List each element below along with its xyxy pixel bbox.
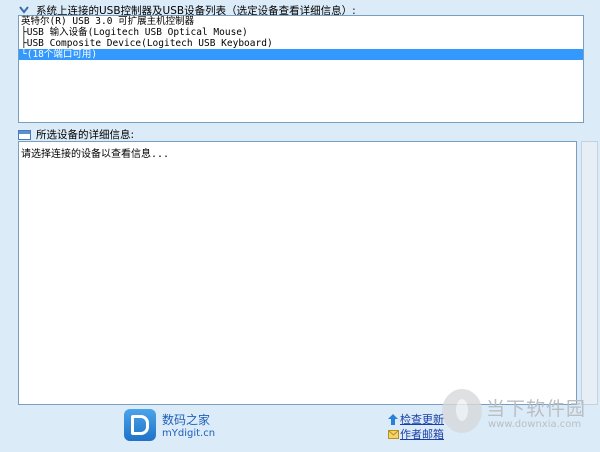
brand-site[interactable]: mYdigit.cn xyxy=(162,428,215,439)
check-update-label: 检查更新 xyxy=(400,413,444,426)
watermark-url: www.downxia.com xyxy=(488,419,582,430)
tree-item-controller[interactable]: 英特尔(R) USB 3.0 可扩展主机控制器 xyxy=(19,16,583,27)
brand-name[interactable]: 数码之家 xyxy=(162,411,210,428)
author-mail-link[interactable]: 作者邮箱 xyxy=(388,426,444,442)
detail-panel[interactable]: 请选择连接的设备以查看信息... xyxy=(18,141,577,405)
detail-window-icon xyxy=(18,129,32,141)
up-arrow-icon xyxy=(388,413,398,425)
tree-item-keyboard[interactable]: ├USB Composite Device(Logitech USB Keybo… xyxy=(19,38,583,49)
tree-item-mouse[interactable]: ├USB 输入设备(Logitech USB Optical Mouse) xyxy=(19,27,583,38)
tree-item-ports-available[interactable]: └(18个端口可用) xyxy=(19,49,583,60)
watermark-name: 当下软件园 xyxy=(486,398,587,420)
author-mail-label: 作者邮箱 xyxy=(400,428,444,441)
detail-label-text: 所选设备的详细信息: xyxy=(36,129,135,141)
envelope-icon xyxy=(388,429,399,440)
watermark-logo-icon xyxy=(442,389,482,433)
device-tree[interactable]: 英特尔(R) USB 3.0 可扩展主机控制器 ├USB 输入设备(Logite… xyxy=(18,15,584,123)
detail-scrollbar[interactable] xyxy=(581,141,598,405)
detail-label: 所选设备的详细信息: xyxy=(18,127,134,142)
mydigit-logo-icon[interactable] xyxy=(124,409,156,441)
detail-text: 请选择连接的设备以查看信息... xyxy=(21,149,170,160)
check-update-link[interactable]: 检查更新 xyxy=(388,411,444,427)
